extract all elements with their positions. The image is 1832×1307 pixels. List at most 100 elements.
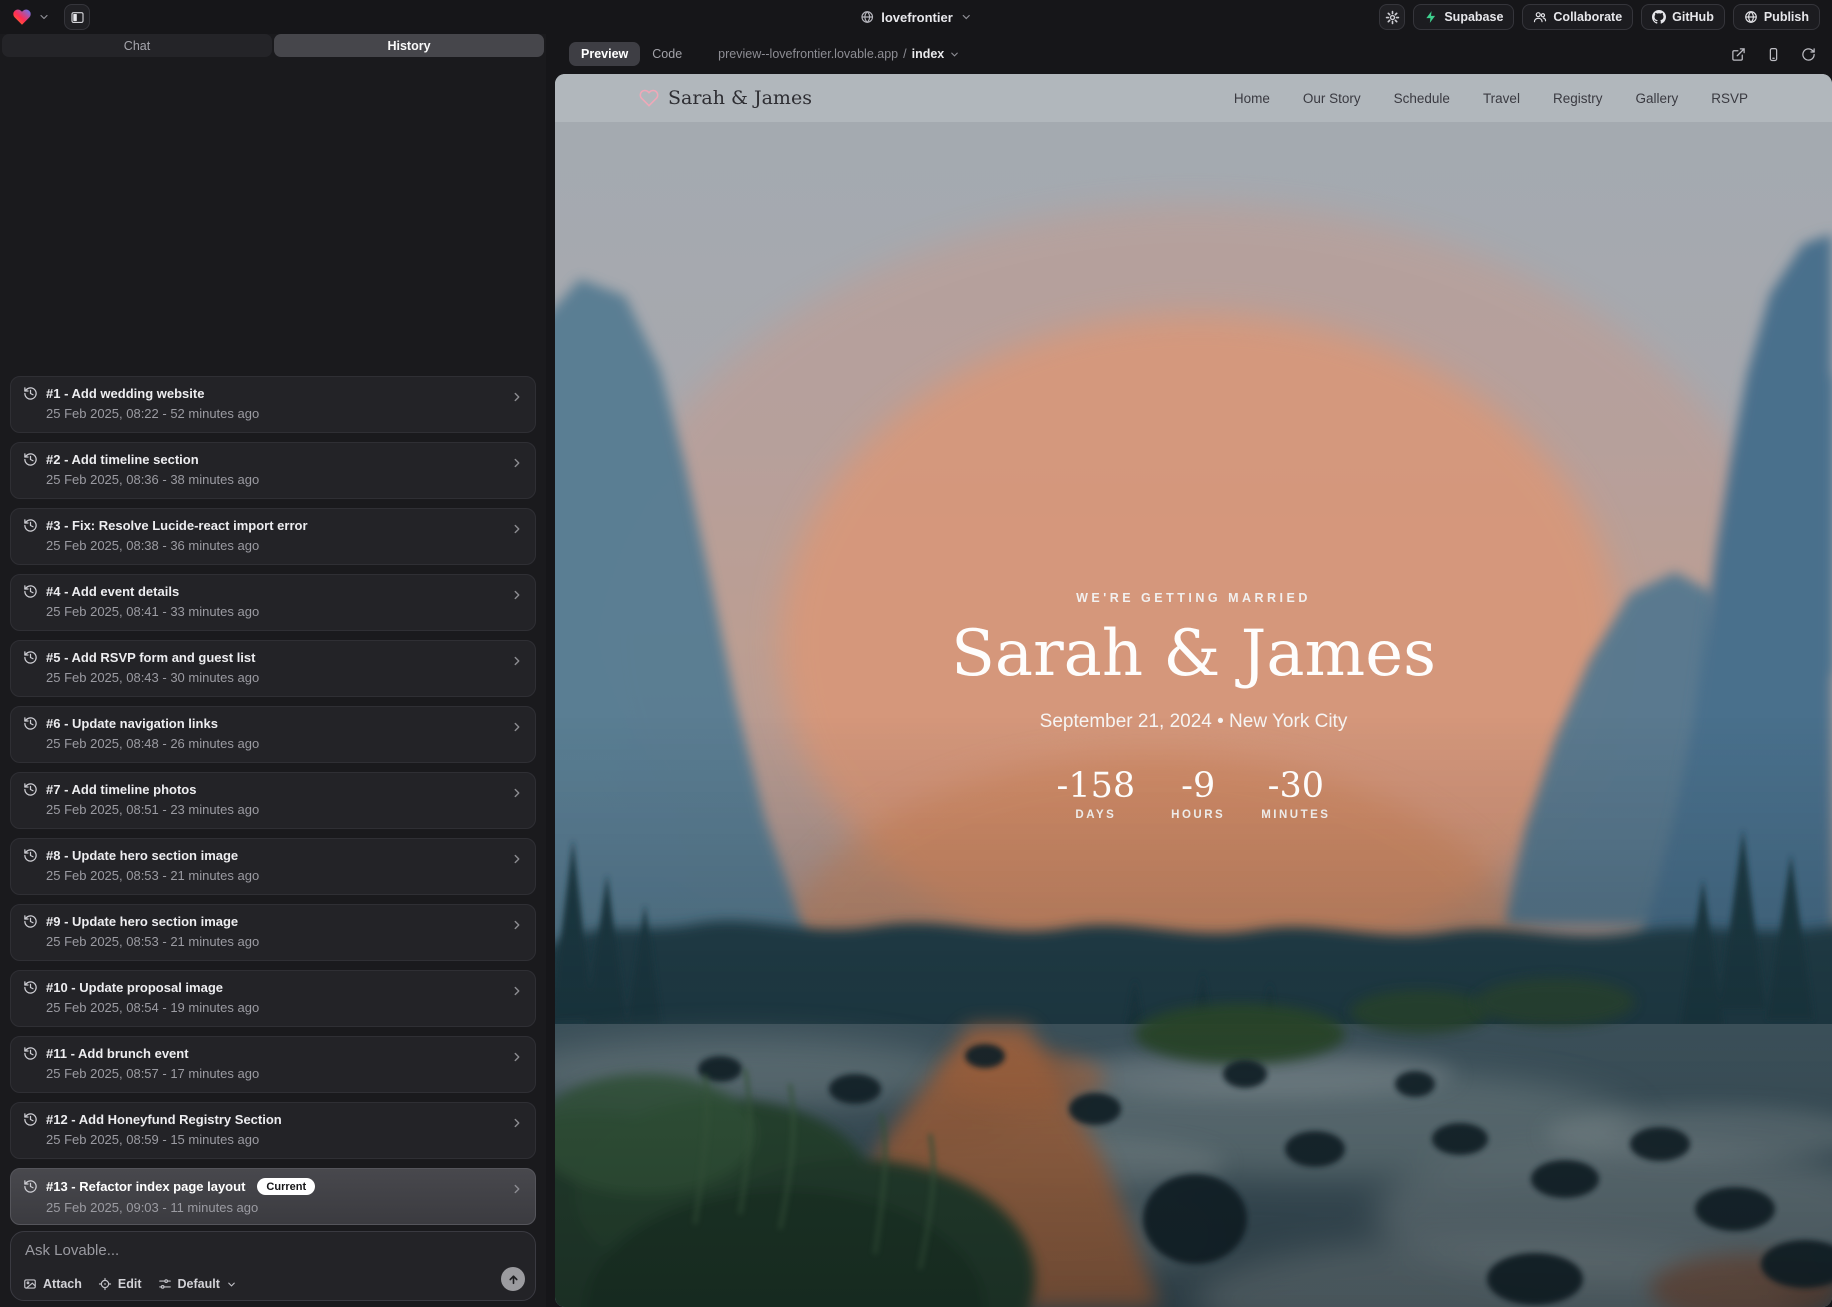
history-icon [23, 584, 38, 599]
chevron-right-icon [510, 588, 524, 602]
history-entry-title: #6 - Update navigation links [46, 716, 218, 731]
history-entry-title: #11 - Add brunch event [46, 1046, 189, 1061]
history-entry-title: #2 - Add timeline section [46, 452, 199, 467]
history-entry[interactable]: #11 - Add brunch event 25 Feb 2025, 08:5… [10, 1036, 536, 1093]
chevron-down-icon [949, 49, 960, 60]
chevron-right-icon [510, 654, 524, 668]
preview-pane: Preview Code preview--lovefrontier.lovab… [555, 34, 1832, 1307]
history-entry-title: #1 - Add wedding website [46, 386, 204, 401]
history-entry[interactable]: #12 - Add Honeyfund Registry Section 25 … [10, 1102, 536, 1159]
history-entry-title: #10 - Update proposal image [46, 980, 223, 995]
tab-code[interactable]: Code [640, 42, 694, 66]
publish-button[interactable]: Publish [1733, 4, 1820, 30]
history-icon [23, 1112, 38, 1127]
mobile-view-icon[interactable] [1766, 47, 1781, 62]
history-entry[interactable]: #6 - Update navigation links 25 Feb 2025… [10, 706, 536, 763]
project-name: lovefrontier [881, 10, 953, 25]
history-entry[interactable]: #5 - Add RSVP form and guest list 25 Feb… [10, 640, 536, 697]
countdown-value: -30 [1261, 766, 1330, 806]
history-entry[interactable]: #10 - Update proposal image 25 Feb 2025,… [10, 970, 536, 1027]
site-preview: Sarah & James Home Our Story Schedule Tr… [555, 74, 1832, 1307]
current-badge: Current [257, 1178, 315, 1195]
chevron-right-icon [510, 786, 524, 800]
hero-eyebrow: WE'RE GETTING MARRIED [555, 591, 1832, 605]
workspace-chevron-down-icon[interactable] [38, 11, 50, 23]
supabase-label: Supabase [1444, 10, 1503, 24]
refresh-icon[interactable] [1801, 47, 1816, 62]
history-entry-timestamp: 25 Feb 2025, 08:48 - 26 minutes ago [46, 736, 523, 751]
send-button[interactable] [501, 1267, 525, 1291]
history-icon [23, 452, 38, 467]
model-default-selector[interactable]: Default [158, 1277, 237, 1291]
chevron-right-icon [510, 522, 524, 536]
history-entry-title: #9 - Update hero section image [46, 914, 238, 929]
tab-history[interactable]: History [274, 34, 544, 57]
project-switcher[interactable]: lovefrontier [860, 0, 972, 34]
lovable-logo-heart-icon[interactable] [12, 7, 32, 27]
history-entry[interactable]: #9 - Update hero section image 25 Feb 20… [10, 904, 536, 961]
sliders-icon [158, 1277, 172, 1291]
composer-input[interactable] [25, 1242, 521, 1259]
gear-icon [1385, 10, 1400, 25]
tab-preview[interactable]: Preview [569, 42, 640, 66]
history-icon [23, 716, 38, 731]
site-nav: Home Our Story Schedule Travel Registry … [1234, 91, 1748, 106]
site-nav-link[interactable]: Home [1234, 91, 1270, 106]
site-nav-link[interactable]: RSVP [1711, 91, 1748, 106]
countdown-unit: -30 MINUTES [1261, 766, 1330, 821]
open-external-icon[interactable] [1731, 47, 1746, 62]
publish-label: Publish [1764, 10, 1809, 24]
history-entry[interactable]: #3 - Fix: Resolve Lucide-react import er… [10, 508, 536, 565]
site-logo[interactable]: Sarah & James [639, 87, 812, 109]
chevron-right-icon [510, 390, 524, 404]
site-nav-link[interactable]: Schedule [1394, 91, 1450, 106]
site-nav-link[interactable]: Our Story [1303, 91, 1361, 106]
history-entry-title: #3 - Fix: Resolve Lucide-react import er… [46, 518, 308, 533]
hero-date-location: September 21, 2024 • New York City [555, 711, 1832, 733]
site-nav-link[interactable]: Gallery [1635, 91, 1678, 106]
chevron-right-icon [510, 720, 524, 734]
settings-button[interactable] [1379, 4, 1405, 30]
history-entry[interactable]: #4 - Add event details 25 Feb 2025, 08:4… [10, 574, 536, 631]
history-entry[interactable]: #2 - Add timeline section 25 Feb 2025, 0… [10, 442, 536, 499]
preview-url-page: index [912, 47, 945, 61]
site-nav-link[interactable]: Travel [1483, 91, 1520, 106]
history-icon [23, 914, 38, 929]
sidebar-toggle-button[interactable] [64, 4, 90, 30]
target-icon [98, 1277, 112, 1291]
edit-button[interactable]: Edit [98, 1277, 142, 1291]
preview-url-selector[interactable]: preview--lovefrontier.lovable.app / inde… [718, 47, 960, 61]
app-topbar: lovefrontier Supabase Collaborate GitHub [0, 0, 1832, 34]
github-icon [1652, 10, 1666, 24]
history-entry[interactable]: #13 - Refactor index page layout Current… [10, 1168, 536, 1225]
preview-toolbar: Preview Code preview--lovefrontier.lovab… [555, 34, 1832, 74]
tab-chat[interactable]: Chat [2, 34, 272, 57]
attach-button[interactable]: Attach [23, 1277, 82, 1291]
globe-icon [1744, 10, 1758, 24]
history-entry[interactable]: #1 - Add wedding website 25 Feb 2025, 08… [10, 376, 536, 433]
countdown-label: HOURS [1167, 809, 1229, 821]
supabase-button[interactable]: Supabase [1413, 4, 1514, 30]
collaborate-button[interactable]: Collaborate [1522, 4, 1633, 30]
countdown-value: -158 [1057, 766, 1136, 806]
history-entry-timestamp: 25 Feb 2025, 08:54 - 19 minutes ago [46, 1000, 523, 1015]
chevron-right-icon [510, 1050, 524, 1064]
tab-code-label: Code [652, 47, 682, 61]
history-entry[interactable]: #7 - Add timeline photos 25 Feb 2025, 08… [10, 772, 536, 829]
github-button[interactable]: GitHub [1641, 4, 1725, 30]
countdown-unit: -158 DAYS [1057, 766, 1136, 821]
chevron-down-icon [960, 11, 972, 23]
countdown-value: -9 [1167, 766, 1229, 806]
chevron-right-icon [510, 852, 524, 866]
history-icon [23, 518, 38, 533]
chevron-right-icon [510, 918, 524, 932]
history-entry[interactable]: #8 - Update hero section image 25 Feb 20… [10, 838, 536, 895]
history-icon [23, 386, 38, 401]
image-icon [23, 1277, 37, 1291]
users-icon [1533, 10, 1547, 24]
history-icon [23, 650, 38, 665]
arrow-up-icon [507, 1273, 520, 1286]
collaborate-label: Collaborate [1553, 10, 1622, 24]
site-nav-link[interactable]: Registry [1553, 91, 1603, 106]
history-icon [23, 1179, 38, 1194]
